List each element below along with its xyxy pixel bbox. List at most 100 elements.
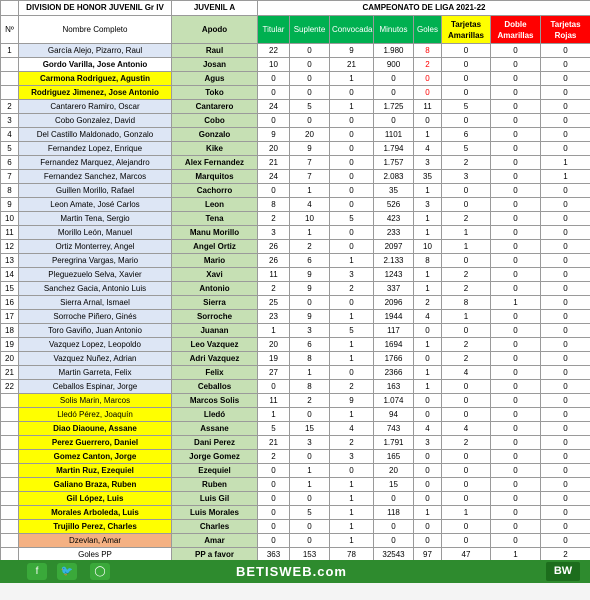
player-number xyxy=(0,477,19,492)
player-double-yellow: 0 xyxy=(490,211,541,226)
col-number: Nº xyxy=(0,15,19,44)
player-nickname: Gonzalo xyxy=(171,127,258,142)
player-double-yellow: 0 xyxy=(490,421,541,436)
player-name: Cantarero Ramiro, Oscar xyxy=(18,99,172,114)
player-minutes: 118 xyxy=(373,505,414,520)
player-minutes: 2.083 xyxy=(373,169,414,184)
table-row: Morales Arboleda, Luis Luis Morales 0 5 1 118… xyxy=(0,505,590,520)
player-name: Fernandez Lopez, Enrique xyxy=(18,141,172,156)
player-double-yellow: 0 xyxy=(490,477,541,492)
player-goals: 3 xyxy=(413,435,442,450)
player-starter: 9 xyxy=(257,127,290,142)
player-name: Peregrina Vargas, Mario xyxy=(18,253,172,268)
player-double-yellow: 0 xyxy=(490,393,541,408)
player-nickname: Leo Vazquez xyxy=(171,337,258,352)
player-red-cards: 0 xyxy=(540,267,590,282)
player-minutes: 1766 xyxy=(373,351,414,366)
player-name: Guillen Morillo, Rafael xyxy=(18,183,172,198)
player-substitute: 5 xyxy=(289,99,330,114)
player-number xyxy=(0,393,19,408)
player-yellow-cards: 0 xyxy=(441,85,491,100)
player-starter: 0 xyxy=(257,505,290,520)
player-name: Del Castillo Maldonado, Gonzalo xyxy=(18,127,172,142)
player-starter: 2 xyxy=(257,211,290,226)
table-row: 4 Del Castillo Maldonado, Gonzalo Gonzalo 9… xyxy=(0,127,590,142)
player-substitute: 2 xyxy=(289,239,330,254)
player-substitute: 1 xyxy=(289,365,330,380)
player-starter: 11 xyxy=(257,393,290,408)
player-substitute: 8 xyxy=(289,379,330,394)
player-number xyxy=(0,435,19,450)
player-number: 7 xyxy=(0,169,19,184)
player-nickname: Manu Morillo xyxy=(171,225,258,240)
player-minutes: 337 xyxy=(373,281,414,296)
player-called: 21 xyxy=(329,57,374,72)
player-nickname: Assane xyxy=(171,421,258,436)
player-goals: 0 xyxy=(413,113,442,128)
player-yellow-cards: 0 xyxy=(441,253,491,268)
player-yellow-cards: 4 xyxy=(441,421,491,436)
player-substitute: 0 xyxy=(289,85,330,100)
player-name: Vazquez Nuñez, Adrian xyxy=(18,351,172,366)
player-red-cards: 0 xyxy=(540,71,590,86)
instagram-icon[interactable]: ◯ xyxy=(90,563,110,580)
table-row: Gomez Canton, Jorge Jorge Gomez 2 0 3 165 0 0 0 0 xyxy=(0,449,590,464)
player-nickname: Sierra xyxy=(171,295,258,310)
player-double-yellow: 0 xyxy=(490,519,541,534)
table-row: 21 Martin Garreta, Felix Felix 27 1 0 2366 1 4 0 0 xyxy=(0,365,590,380)
player-minutes: 2096 xyxy=(373,295,414,310)
column-header-row: Nº Nombre Completo Apodo Titular Suplent… xyxy=(0,15,590,44)
player-red-cards: 0 xyxy=(540,491,590,506)
player-starter: 0 xyxy=(257,463,290,478)
player-called: 1 xyxy=(329,519,374,534)
player-substitute: 5 xyxy=(289,505,330,520)
player-minutes: 165 xyxy=(373,449,414,464)
table-row: 13 Peregrina Vargas, Mario Mario 26 6 1 2.133 8… xyxy=(0,253,590,268)
player-starter: 23 xyxy=(257,309,290,324)
player-starter: 25 xyxy=(257,295,290,310)
player-red-cards: 0 xyxy=(540,127,590,142)
player-minutes: 1.980 xyxy=(373,43,414,58)
division-title: DIVISION DE HONOR JUVENIL Gr IV xyxy=(18,0,172,16)
player-red-cards: 0 xyxy=(540,407,590,422)
table-row: 5 Fernandez Lopez, Enrique Kike 20 9 0 1.794 4 5… xyxy=(0,141,590,156)
team-title: JUVENIL A xyxy=(171,0,258,16)
player-name: Leon Amate, José Carlos xyxy=(18,197,172,212)
player-goals: 0 xyxy=(413,407,442,422)
player-goals: 1 xyxy=(413,379,442,394)
player-double-yellow: 0 xyxy=(490,169,541,184)
player-starter: 19 xyxy=(257,351,290,366)
player-double-yellow: 0 xyxy=(490,435,541,450)
player-substitute: 9 xyxy=(289,309,330,324)
player-minutes: 0 xyxy=(373,71,414,86)
player-called: 2 xyxy=(329,379,374,394)
player-goals: 0 xyxy=(413,323,442,338)
player-number: 21 xyxy=(0,365,19,380)
facebook-icon[interactable]: f xyxy=(27,563,47,580)
player-starter: 0 xyxy=(257,379,290,394)
player-minutes: 0 xyxy=(373,113,414,128)
player-minutes: 900 xyxy=(373,57,414,72)
player-name: Gordo Varilla, Jose Antonio xyxy=(18,57,172,72)
player-red-cards: 0 xyxy=(540,351,590,366)
player-minutes: 0 xyxy=(373,533,414,548)
player-name: Martin Garreta, Felix xyxy=(18,365,172,380)
player-name: Gomez Canton, Jorge xyxy=(18,449,172,464)
twitter-icon[interactable]: 🐦 xyxy=(57,563,77,580)
player-number: 22 xyxy=(0,379,19,394)
player-starter: 8 xyxy=(257,197,290,212)
player-nickname: Toko xyxy=(171,85,258,100)
player-nickname: Marcos Solis xyxy=(171,393,258,408)
player-number: 5 xyxy=(0,141,19,156)
player-red-cards: 0 xyxy=(540,85,590,100)
player-starter: 0 xyxy=(257,491,290,506)
player-goals: 0 xyxy=(413,519,442,534)
col-full-name: Nombre Completo xyxy=(18,15,172,44)
player-called: 0 xyxy=(329,463,374,478)
player-name: Gil López, Luis xyxy=(18,491,172,506)
brand-name: BETISWEB.com xyxy=(236,564,347,579)
player-red-cards: 0 xyxy=(540,421,590,436)
player-yellow-cards: 0 xyxy=(441,449,491,464)
player-minutes: 0 xyxy=(373,491,414,506)
player-nickname: Charles xyxy=(171,519,258,534)
